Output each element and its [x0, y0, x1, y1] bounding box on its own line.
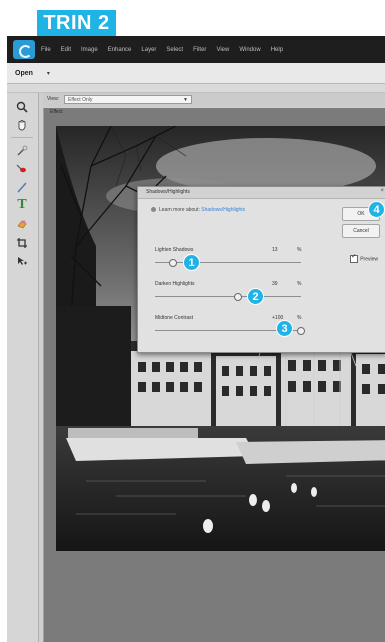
red-eye-icon[interactable] [13, 161, 31, 177]
cancel-button[interactable]: Cancel [342, 224, 380, 238]
crop-icon[interactable] [13, 235, 31, 251]
toolbox-separator [11, 137, 33, 138]
menu-edit[interactable]: Edit [61, 47, 71, 53]
slider-knob[interactable] [297, 327, 305, 335]
slider-value[interactable]: 13 [272, 247, 278, 253]
callout-marker-4: 4 [368, 201, 385, 218]
shadows-highlights-dialog: Shadows/Highlights × Learn more about: S… [137, 186, 385, 353]
slider-knob[interactable] [169, 259, 177, 267]
checkbox-icon [350, 253, 359, 263]
callout-marker-3: 3 [276, 320, 293, 337]
preview-checkbox[interactable]: Preview [350, 253, 378, 263]
step-label: TRIN 2 [37, 10, 116, 36]
quick-select-icon[interactable] [13, 143, 31, 159]
slider-label: Midtone Contrast [155, 315, 194, 321]
slider-unit: % [297, 281, 302, 287]
brush-icon[interactable] [13, 179, 31, 195]
learn-more-text: Learn more about: [159, 207, 200, 213]
menu-window[interactable]: Window [239, 47, 260, 53]
slider-value[interactable]: 39 [272, 281, 278, 287]
view-select[interactable]: Effect Only ▼ [64, 95, 192, 104]
type-icon[interactable]: T [13, 197, 31, 213]
dialog-title-bar[interactable]: Shadows/Highlights × [138, 187, 385, 199]
move-icon[interactable] [13, 253, 31, 269]
view-options-bar: View: Effect Only ▼ [43, 93, 385, 107]
slider-unit: % [297, 315, 302, 321]
menu-bar: File Edit Image Enhance Layer Select Fil… [7, 36, 385, 63]
slider-knob[interactable] [234, 293, 242, 301]
view-select-value: Effect Only [68, 97, 93, 103]
slider-label: Darken Highlights [155, 281, 195, 287]
callout-marker-1: 1 [183, 254, 200, 271]
menu-view[interactable]: View [216, 47, 229, 53]
slider-label: Lighten Shadows [155, 247, 194, 253]
tab-strip [7, 84, 385, 93]
chevron-down-icon: ▼ [183, 97, 188, 103]
slider-unit: % [297, 247, 302, 253]
menu-help[interactable]: Help [271, 47, 283, 53]
menu-select[interactable]: Select [166, 47, 183, 53]
menu-enhance[interactable]: Enhance [108, 47, 132, 53]
slider-track[interactable] [155, 296, 301, 297]
dialog-title: Shadows/Highlights [146, 189, 190, 195]
learn-more: Learn more about: Shadows/Highlights [151, 207, 245, 213]
open-button[interactable]: Open [15, 70, 33, 77]
top-toolbar: Open ▾ [7, 63, 385, 84]
editor-window: File Edit Image Enhance Layer Select Fil… [7, 36, 385, 642]
panel-label: Effect [50, 109, 63, 115]
lightbulb-icon [151, 207, 156, 213]
eraser-icon[interactable] [13, 216, 31, 232]
zoom-icon[interactable] [13, 99, 31, 115]
slider-darken-highlights: Darken Highlights 39 % [155, 281, 305, 305]
menu-layer[interactable]: Layer [141, 47, 156, 53]
callout-marker-2: 2 [247, 288, 264, 305]
toolbox: T [7, 93, 39, 642]
view-label: View: [47, 96, 60, 102]
slider-lighten-shadows: Lighten Shadows 13 % [155, 247, 305, 271]
hand-icon[interactable] [13, 117, 31, 133]
close-icon[interactable]: × [380, 188, 384, 194]
open-dropdown-icon[interactable]: ▾ [47, 70, 50, 77]
learn-more-link[interactable]: Shadows/Highlights [201, 207, 245, 213]
app-logo-icon [13, 40, 35, 59]
preview-label: Preview [360, 256, 378, 263]
menu-image[interactable]: Image [81, 47, 98, 53]
menu-file[interactable]: File [41, 47, 51, 53]
menu-filter[interactable]: Filter [193, 47, 206, 53]
